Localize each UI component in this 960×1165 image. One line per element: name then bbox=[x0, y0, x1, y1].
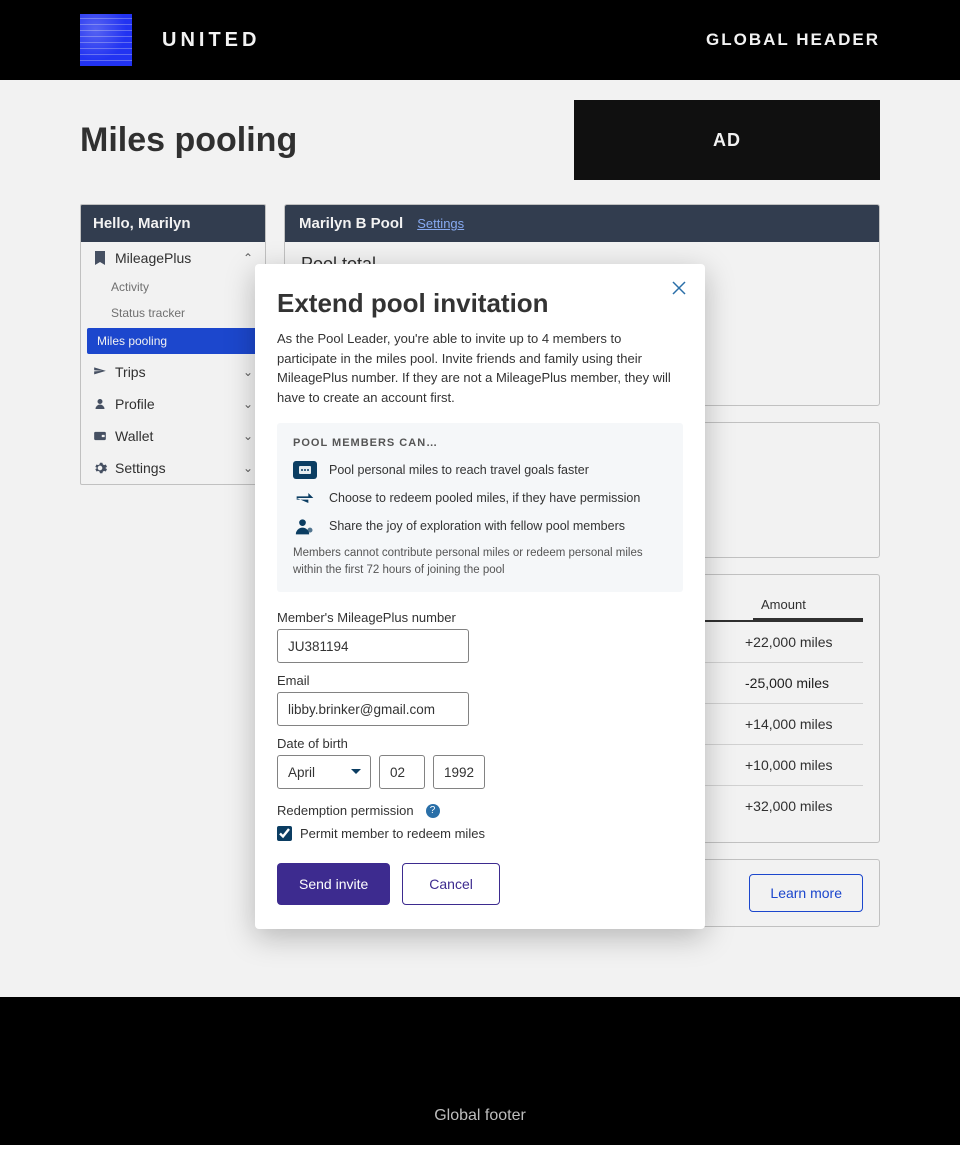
benefits-panel: POOL MEMBERS CAN… Pool personal miles to… bbox=[277, 423, 683, 592]
dob-label: Date of birth bbox=[277, 736, 683, 751]
plane-icon bbox=[293, 489, 317, 507]
benefit-text: Share the joy of exploration with fellow… bbox=[329, 519, 625, 533]
benefits-heading: POOL MEMBERS CAN… bbox=[293, 437, 667, 449]
mp-number-label: Member's MileagePlus number bbox=[277, 610, 683, 625]
dob-month-select[interactable]: April bbox=[277, 755, 371, 789]
email-label: Email bbox=[277, 673, 683, 688]
send-invite-button[interactable]: Send invite bbox=[277, 863, 390, 905]
benefit-text: Pool personal miles to reach travel goal… bbox=[329, 463, 589, 477]
permit-redeem-checkbox[interactable]: Permit member to redeem miles bbox=[277, 826, 683, 841]
mp-number-input[interactable] bbox=[277, 629, 469, 663]
benefit-item: Pool personal miles to reach travel goal… bbox=[293, 461, 667, 479]
modal-title: Extend pool invitation bbox=[277, 288, 683, 319]
help-icon[interactable]: ? bbox=[426, 804, 440, 818]
benefit-text: Choose to redeem pooled miles, if they h… bbox=[329, 491, 640, 505]
people-icon bbox=[293, 517, 317, 535]
permit-redeem-input[interactable] bbox=[277, 826, 292, 841]
dob-day-input[interactable] bbox=[379, 755, 425, 789]
modal-intro: As the Pool Leader, you're able to invit… bbox=[277, 329, 683, 407]
permit-redeem-label: Permit member to redeem miles bbox=[300, 826, 485, 841]
benefit-item: Share the joy of exploration with fellow… bbox=[293, 517, 667, 535]
redemption-permission-label: Redemption permission ? bbox=[277, 803, 683, 818]
invite-modal: Extend pool invitation As the Pool Leade… bbox=[255, 264, 705, 929]
close-icon[interactable] bbox=[671, 280, 687, 301]
card-icon bbox=[293, 461, 317, 479]
benefits-disclaimer: Members cannot contribute personal miles… bbox=[293, 545, 667, 578]
dob-row: April bbox=[277, 755, 683, 789]
benefit-item: Choose to redeem pooled miles, if they h… bbox=[293, 489, 667, 507]
dob-year-input[interactable] bbox=[433, 755, 485, 789]
cancel-button[interactable]: Cancel bbox=[402, 863, 500, 905]
email-input[interactable] bbox=[277, 692, 469, 726]
